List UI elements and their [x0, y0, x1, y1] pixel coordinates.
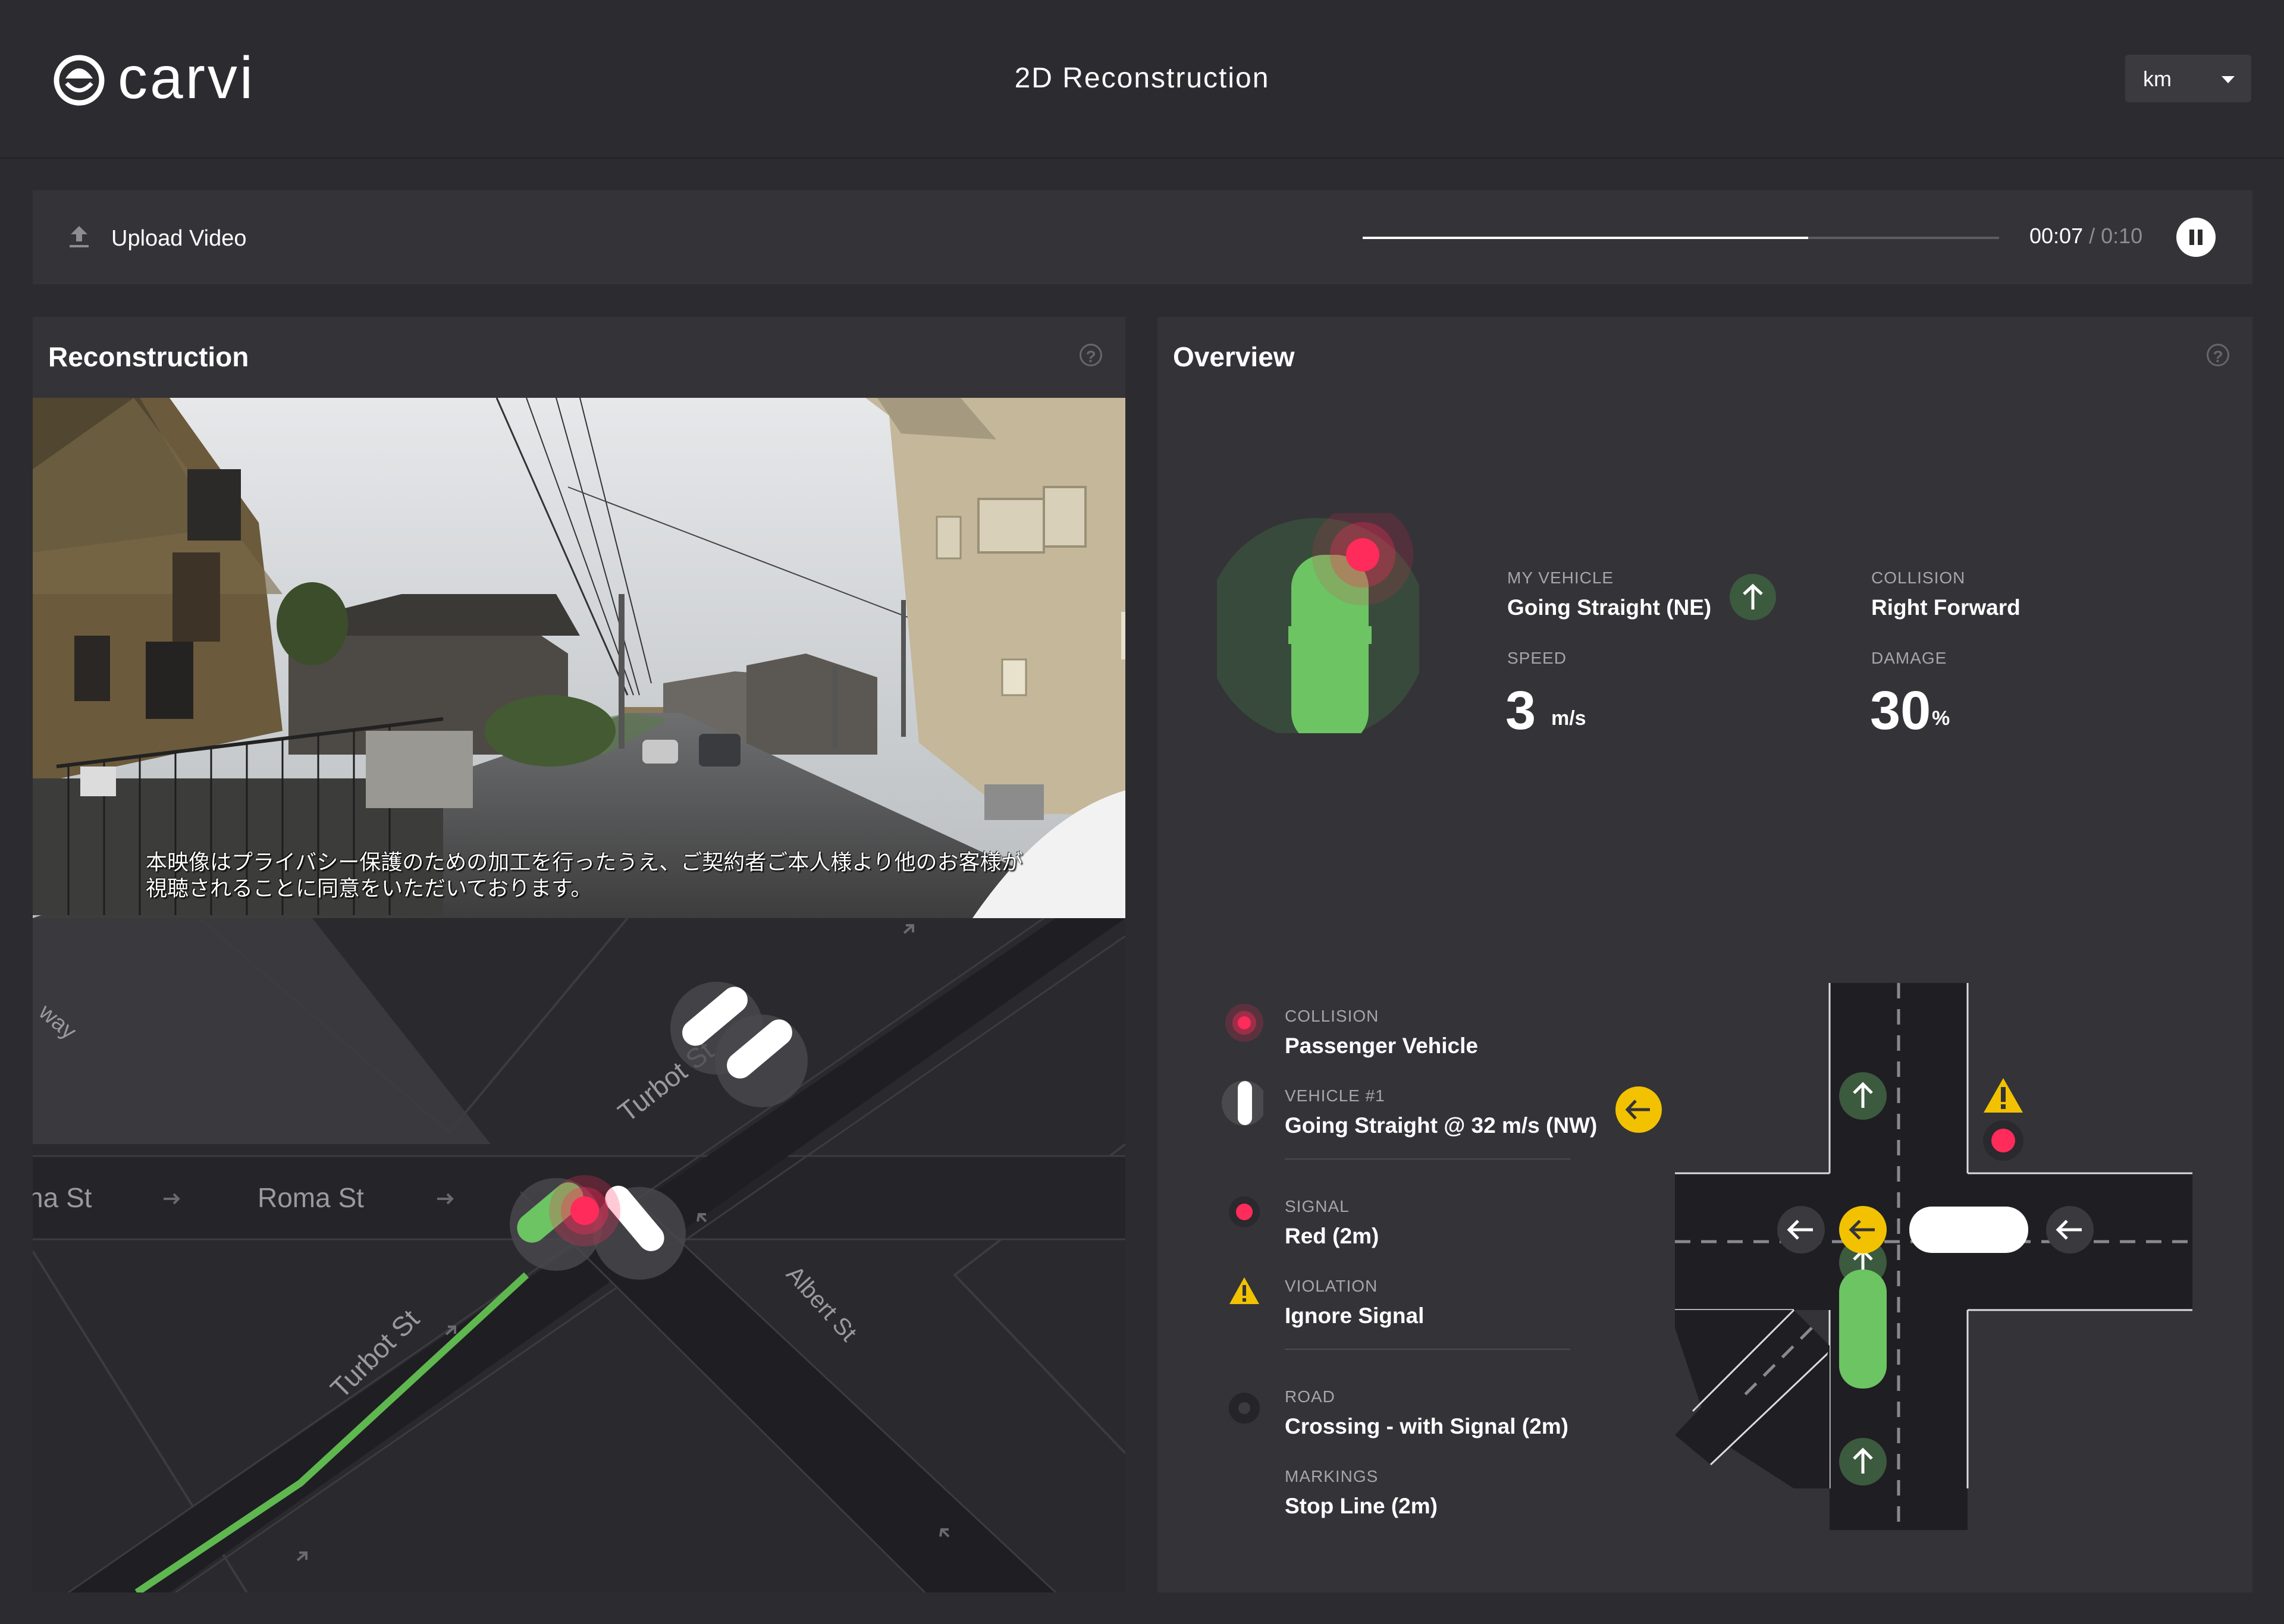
dashcam-video[interactable]: 本映像はプライバシー保護のための加工を行ったうえ、ご契約者ご本人様より他のお客様…	[33, 398, 1125, 918]
question-circle-icon[interactable]: ?	[2207, 344, 2229, 366]
road-dot-icon	[1229, 1393, 1260, 1424]
map-label-roma-partial: na St	[33, 1182, 92, 1213]
question-circle-icon[interactable]: ?	[1080, 344, 1102, 366]
speed-unit: m/s	[1551, 707, 1586, 730]
detail-signal-label: SIGNAL	[1285, 1197, 1350, 1215]
my-vehicle-value: Going Straight (NE)	[1507, 595, 1712, 620]
playback-time: 00:07 / 0:10	[2029, 224, 2142, 249]
arrow-left-icon	[1615, 1086, 1662, 1133]
divider	[1285, 1158, 1570, 1160]
arrow-up-icon	[1730, 574, 1776, 620]
other-vehicle	[1909, 1207, 2028, 1253]
page-title: 2D Reconstruction	[1014, 62, 1270, 94]
playback-progress-bar[interactable]	[1363, 237, 1999, 239]
playback-progress-fill	[1363, 237, 1808, 239]
pause-icon-bar	[2198, 230, 2203, 245]
detail-road-value: Crossing - with Signal (2m)	[1285, 1414, 1568, 1438]
reconstruction-panel: Reconstruction ? 本映像はプライバシー保護のための加工を行ったう…	[33, 317, 1125, 1592]
red-signal-icon	[1983, 1120, 2023, 1161]
subtitle-line-2: 視聴されることに同意をいただいております。	[146, 877, 592, 901]
damage-label: DAMAGE	[1871, 649, 1947, 667]
my-vehicle	[1839, 1270, 1887, 1389]
detail-markings-label: MARKINGS	[1285, 1467, 1379, 1485]
detail-collision-label: COLLISION	[1285, 1007, 1379, 1025]
divider	[1285, 1349, 1570, 1350]
reconstruction-title: Reconstruction	[48, 341, 249, 372]
video-toolbar: Upload Video 00:07 / 0:10	[33, 190, 2252, 284]
detail-markings-value: Stop Line (2m)	[1285, 1494, 1438, 1518]
map-canvas: way na St Roma St Turbot St Turbot St Al…	[33, 918, 1125, 1592]
detail-collision-value: Passenger Vehicle	[1285, 1034, 1478, 1058]
overview-panel: Overview ? MY VEHICLE Going Straight (NE…	[1157, 317, 2252, 1592]
arrow-left-icon	[2046, 1206, 2094, 1254]
upload-video-button[interactable]: Upload Video	[111, 226, 246, 252]
units-dropdown[interactable]: km	[2125, 55, 2251, 102]
arrow-up-icon	[1839, 1072, 1887, 1120]
vehicle-icon	[1222, 1080, 1263, 1126]
damage-value: 30	[1870, 680, 1931, 741]
pause-icon	[2189, 230, 2194, 245]
detail-violation-value: Ignore Signal	[1285, 1303, 1425, 1328]
subtitle-line-1: 本映像はプライバシー保護のための加工を行ったうえ、ご契約者ご本人様より他のお客様…	[146, 850, 1023, 875]
upload-icon[interactable]	[67, 224, 91, 250]
time-current: 00:07	[2029, 224, 2084, 248]
caret-down-icon	[2222, 76, 2235, 83]
damage-unit: %	[1932, 707, 1950, 730]
time-total: 0:10	[2101, 224, 2143, 248]
speed-label: SPEED	[1507, 649, 1567, 667]
detail-road-label: ROAD	[1285, 1387, 1335, 1406]
arrow-left-icon	[1839, 1206, 1887, 1254]
arrow-left-icon	[1777, 1206, 1825, 1254]
reconstruction-map[interactable]: way na St Roma St Turbot St Turbot St Al…	[33, 918, 1125, 1592]
detail-vehicle-value: Going Straight @ 32 m/s (NW)	[1285, 1113, 1598, 1138]
detail-vehicle-label: VEHICLE #1	[1285, 1086, 1385, 1105]
detail-signal-value: Red (2m)	[1285, 1224, 1379, 1248]
red-signal-icon	[1229, 1196, 1260, 1227]
arrow-up-icon	[1839, 1438, 1887, 1485]
collision-label: COLLISION	[1871, 568, 1966, 587]
collision-dot-icon	[1225, 1004, 1263, 1042]
collision-value: Right Forward	[1871, 595, 2021, 620]
video-frame	[33, 398, 1125, 918]
app-header: carvi 2D Reconstruction km	[0, 0, 2284, 159]
overview-title: Overview	[1173, 341, 1295, 372]
speed-value: 3	[1505, 680, 1536, 741]
warning-icon	[1229, 1277, 1259, 1304]
my-vehicle-diagram	[1217, 513, 1419, 733]
detail-icons	[1222, 1004, 1263, 1424]
intersection-diagram	[1675, 983, 2192, 1530]
time-separator: /	[2089, 224, 2095, 248]
pause-button[interactable]	[2176, 218, 2216, 257]
units-selected-value: km	[2143, 67, 2172, 91]
video-subtitle: 本映像はプライバシー保護のための加工を行ったうえ、ご契約者ご本人様より他のお客様…	[146, 850, 1038, 902]
warning-icon	[1984, 1078, 2023, 1113]
my-vehicle-label: MY VEHICLE	[1507, 568, 1614, 587]
detail-violation-label: VIOLATION	[1285, 1277, 1378, 1295]
map-label-roma: Roma St	[258, 1182, 364, 1213]
